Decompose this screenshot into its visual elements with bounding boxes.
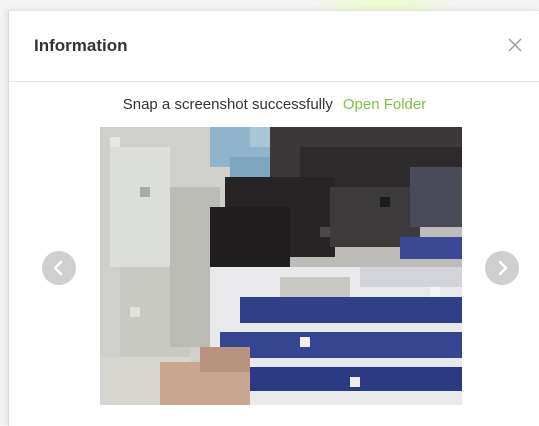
pixelated-photo <box>100 127 462 405</box>
dialog-title: Information <box>34 36 128 55</box>
close-icon[interactable] <box>504 34 526 56</box>
status-message-row: Snap a screenshot successfully Open Folde… <box>9 96 539 114</box>
dialog-header: Information <box>9 11 539 82</box>
status-message: Snap a screenshot successfully <box>122 96 333 113</box>
open-folder-link[interactable]: Open Folder <box>343 96 426 113</box>
chevron-left-icon <box>53 260 63 276</box>
previous-button[interactable] <box>42 251 76 285</box>
chevron-right-icon <box>498 260 508 276</box>
screenshot-preview <box>100 127 462 405</box>
information-dialog: Information Snap a screenshot successful… <box>8 10 539 426</box>
next-button[interactable] <box>485 251 519 285</box>
